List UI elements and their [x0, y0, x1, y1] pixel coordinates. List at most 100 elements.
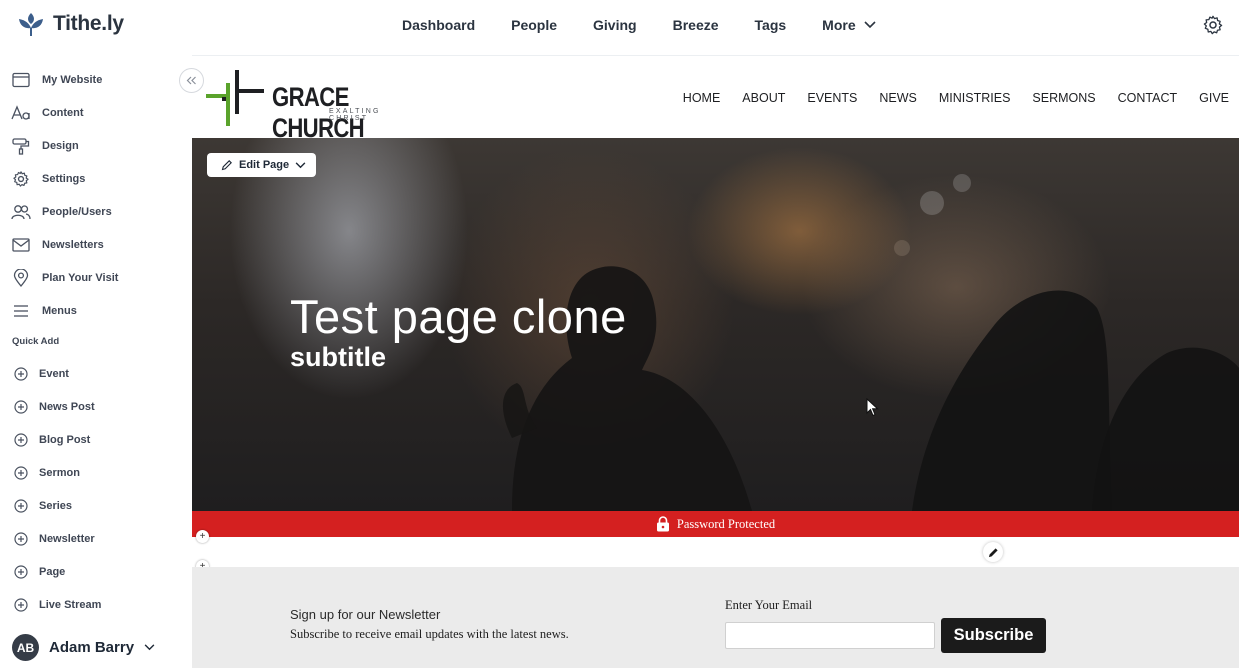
people-icon	[11, 202, 31, 222]
lock-icon	[656, 516, 669, 532]
site-nav-sermons[interactable]: SERMONS	[1032, 91, 1095, 105]
quick-add-page[interactable]: Page	[0, 557, 192, 587]
map-pin-icon	[11, 268, 31, 288]
site-nav-events[interactable]: EVENTS	[807, 91, 857, 105]
browser-window-icon	[11, 70, 31, 90]
tithely-logo[interactable]: Tithe.ly	[17, 10, 124, 38]
site-nav-ministries[interactable]: MINISTRIES	[939, 91, 1011, 105]
plus-circle-icon	[11, 496, 31, 516]
hero-subtitle: subtitle	[290, 342, 387, 372]
plus-icon: +	[199, 530, 206, 542]
site-nav: HOME ABOUT EVENTS NEWS MINISTRIES SERMON…	[661, 56, 1229, 139]
chevron-down-icon	[864, 21, 876, 29]
sidebar: My Website Content Design Settings Peopl…	[0, 50, 192, 668]
sidebar-item-plan-your-visit[interactable]: Plan Your Visit	[0, 263, 192, 293]
plus-circle-icon	[11, 562, 31, 582]
quick-add-label: Page	[39, 566, 66, 578]
password-protected-text: Password Protected	[676, 516, 776, 531]
double-chevron-left-icon	[186, 76, 196, 85]
mouse-cursor-icon	[866, 398, 879, 417]
sidebar-item-design[interactable]: Design	[0, 131, 192, 161]
email-field[interactable]	[725, 622, 935, 649]
avatar: AB	[12, 634, 39, 661]
newsletter-section: Sign up for our Newsletter Subscribe to …	[192, 567, 1239, 668]
pencil-icon	[988, 547, 998, 557]
sidebar-item-label: Design	[42, 140, 79, 152]
edit-section-button[interactable]	[983, 542, 1003, 562]
quick-add-series[interactable]: Series	[0, 491, 192, 521]
quick-add-label: Event	[39, 368, 69, 380]
quick-add-label: News Post	[39, 401, 95, 413]
sidebar-item-content[interactable]: Content	[0, 98, 192, 128]
site-nav-home[interactable]: HOME	[683, 91, 721, 105]
nav-tags[interactable]: Tags	[737, 17, 805, 33]
sidebar-item-label: People/Users	[42, 206, 112, 218]
leaf-logo-icon	[19, 13, 43, 36]
sidebar-item-label: Menus	[42, 305, 77, 317]
site-nav-news[interactable]: NEWS	[879, 91, 917, 105]
newsletter-heading: Sign up for our Newsletter	[290, 607, 441, 622]
edit-page-button[interactable]: Edit Page	[207, 153, 316, 177]
chevron-down-icon	[144, 644, 155, 651]
nav-giving[interactable]: Giving	[575, 17, 655, 33]
quick-add-sermon[interactable]: Sermon	[0, 458, 192, 488]
nav-more-label: More	[822, 17, 856, 33]
quick-add-newsletter[interactable]: Newsletter	[0, 524, 192, 554]
email-label: Enter Your Email	[725, 598, 813, 612]
plus-circle-icon	[11, 595, 31, 615]
quick-add-label: Series	[39, 500, 73, 512]
plus-circle-icon	[11, 364, 31, 384]
site-header: GRACE CHURCH EXALTING CHRIST HOME ABOUT …	[192, 55, 1239, 143]
hero-banner: Edit Page Test page clone subtitle	[192, 138, 1239, 511]
nav-people[interactable]: People	[493, 17, 575, 33]
password-protected-banner: Password Protected	[192, 511, 1239, 537]
hamburger-menu-icon	[11, 301, 31, 321]
sidebar-item-settings[interactable]: Settings	[0, 164, 192, 194]
church-logo[interactable]: GRACE CHURCH EXALTING CHRIST	[206, 70, 416, 143]
text-aa-icon	[11, 103, 31, 123]
chevron-down-icon	[295, 161, 306, 168]
sidebar-item-newsletters[interactable]: Newsletters	[0, 230, 192, 260]
edit-page-label: Edit Page	[239, 159, 290, 171]
brand-name: Tithe.ly	[53, 12, 124, 35]
pencil-icon	[221, 160, 232, 171]
quick-add-label: Sermon	[39, 467, 80, 479]
quick-add-label: Newsletter	[39, 533, 95, 545]
plus-circle-icon	[11, 529, 31, 549]
collapse-sidebar-button[interactable]	[179, 68, 204, 93]
quick-add-blog-post[interactable]: Blog Post	[0, 425, 192, 455]
newsletter-subtext: Subscribe to receive email updates with …	[290, 627, 569, 641]
sidebar-item-label: Newsletters	[42, 239, 104, 251]
quick-add-label: Blog Post	[39, 434, 91, 446]
nav-dashboard[interactable]: Dashboard	[384, 17, 493, 33]
nav-more[interactable]: More	[804, 17, 893, 33]
sidebar-item-menus[interactable]: Menus	[0, 296, 192, 326]
nav-breeze[interactable]: Breeze	[655, 17, 737, 33]
church-tagline: EXALTING CHRIST	[329, 108, 381, 122]
add-section-button[interactable]: +	[196, 530, 209, 543]
subscribe-button[interactable]: Subscribe	[941, 618, 1046, 653]
site-nav-give[interactable]: GIVE	[1199, 91, 1229, 105]
envelope-icon	[11, 235, 31, 255]
sidebar-item-label: Settings	[42, 173, 86, 185]
paint-roller-icon	[11, 136, 31, 156]
quick-add-live-stream[interactable]: Live Stream	[0, 590, 192, 620]
top-nav: Dashboard People Giving Breeze Tags More	[384, 0, 894, 50]
sidebar-item-label: Plan Your Visit	[42, 272, 119, 284]
quick-add-news-post[interactable]: News Post	[0, 392, 192, 422]
sidebar-item-people-users[interactable]: People/Users	[0, 197, 192, 227]
gear-icon	[11, 169, 31, 189]
sidebar-item-my-website[interactable]: My Website	[0, 65, 192, 95]
plus-circle-icon	[11, 430, 31, 450]
user-menu[interactable]: AB Adam Barry	[12, 634, 155, 661]
site-nav-contact[interactable]: CONTACT	[1118, 91, 1178, 105]
sidebar-item-label: Content	[42, 107, 84, 119]
quick-add-event[interactable]: Event	[0, 359, 192, 389]
gear-icon[interactable]	[1202, 14, 1224, 36]
site-nav-about[interactable]: ABOUT	[742, 91, 785, 105]
hero-title: Test page clone	[290, 290, 627, 343]
plus-circle-icon	[11, 397, 31, 417]
top-bar: Tithe.ly Dashboard People Giving Breeze …	[0, 0, 1239, 50]
quick-add-label: Live Stream	[39, 599, 102, 611]
user-name: Adam Barry	[49, 639, 135, 656]
